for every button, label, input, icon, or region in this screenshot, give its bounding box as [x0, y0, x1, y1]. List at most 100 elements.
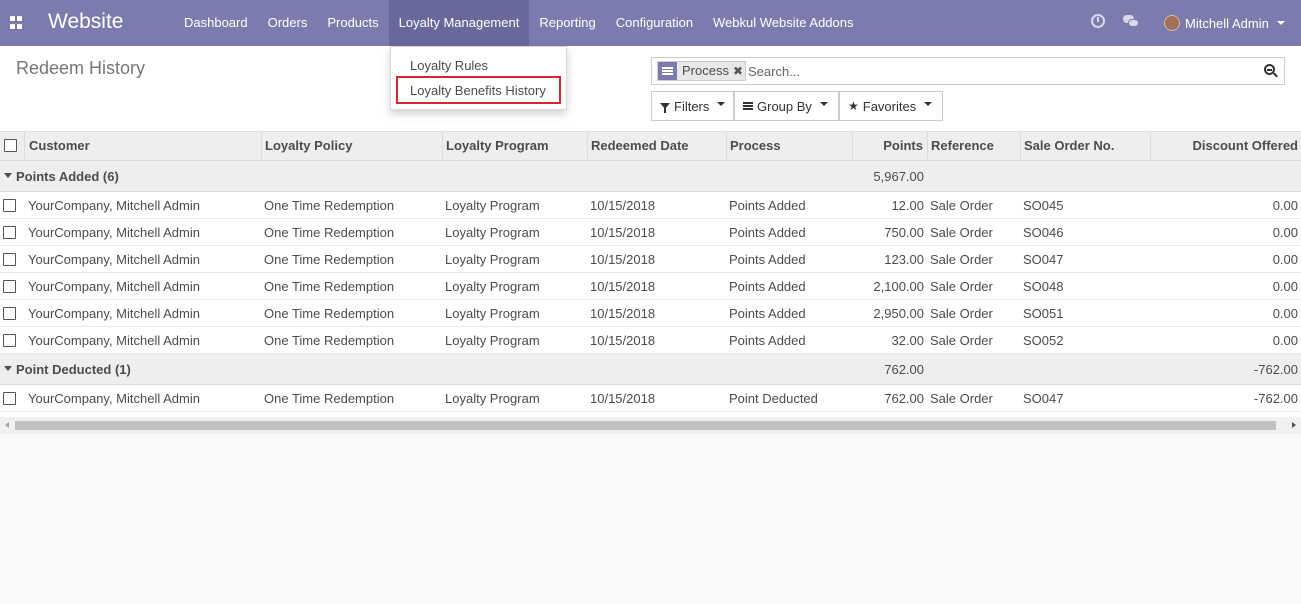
- search-icon[interactable]: [1264, 64, 1278, 78]
- caret-down-icon: [1276, 21, 1285, 25]
- table-row[interactable]: YourCompany, Mitchell Admin One Time Red…: [0, 385, 1301, 412]
- cell-points: 32.00: [891, 333, 924, 348]
- column-header-points[interactable]: Points: [853, 132, 928, 160]
- cell-customer: YourCompany, Mitchell Admin: [28, 198, 200, 213]
- cell-customer: YourCompany, Mitchell Admin: [28, 391, 200, 406]
- table-row[interactable]: YourCompany, Mitchell Admin One Time Red…: [0, 300, 1301, 327]
- column-header-reference[interactable]: Reference: [928, 132, 1021, 160]
- cell-discount: 0.00: [1272, 252, 1298, 267]
- menu-products[interactable]: Products: [317, 0, 388, 46]
- cell-customer: YourCompany, Mitchell Admin: [28, 279, 200, 294]
- cell-program: Loyalty Program: [445, 306, 540, 321]
- cell-process: Points Added: [729, 279, 806, 294]
- favorites-label: Favorites: [862, 98, 917, 114]
- menu-orders[interactable]: Orders: [258, 0, 318, 46]
- cell-process: Points Added: [729, 252, 806, 267]
- cell-discount: -762.00: [1253, 391, 1298, 406]
- cell-discount: 0.00: [1272, 333, 1298, 348]
- horizontal-scrollbar[interactable]: [0, 417, 1301, 434]
- cell-program: Loyalty Program: [445, 225, 540, 240]
- avatar: [1164, 15, 1180, 31]
- column-header-loyalty-program[interactable]: Loyalty Program: [443, 132, 588, 160]
- cell-date: 10/15/2018: [590, 252, 656, 267]
- cell-program: Loyalty Program: [445, 333, 540, 348]
- table-row[interactable]: YourCompany, Mitchell Admin One Time Red…: [0, 273, 1301, 300]
- cell-program: Loyalty Program: [445, 279, 540, 294]
- scroll-right-arrow-icon[interactable]: [1292, 422, 1296, 428]
- user-menu[interactable]: Mitchell Admin: [1164, 0, 1285, 46]
- group-points-total: 762.00: [884, 362, 924, 377]
- favorites-button[interactable]: ★ Favorites: [839, 91, 943, 121]
- cell-program: Loyalty Program: [445, 391, 540, 406]
- row-checkbox[interactable]: [3, 280, 16, 293]
- cell-date: 10/15/2018: [590, 198, 656, 213]
- cell-date: 10/15/2018: [590, 279, 656, 294]
- scroll-left-arrow-icon[interactable]: [5, 422, 9, 428]
- table-row[interactable]: YourCompany, Mitchell Admin One Time Red…: [0, 219, 1301, 246]
- column-header-discount-offered[interactable]: Discount Offered: [1151, 132, 1301, 160]
- star-icon: ★: [848, 99, 859, 113]
- chat-icon[interactable]: [1123, 15, 1139, 27]
- cell-sale-order: SO052: [1023, 333, 1064, 348]
- apps-menu-icon[interactable]: [10, 16, 23, 29]
- row-checkbox[interactable]: [3, 334, 16, 347]
- menu-configuration[interactable]: Configuration: [606, 0, 703, 46]
- cell-sale-order: SO046: [1023, 225, 1064, 240]
- cell-sale-order: SO051: [1023, 306, 1064, 321]
- cell-process: Points Added: [729, 333, 806, 348]
- groupby-label: Group By: [757, 98, 812, 114]
- cell-customer: YourCompany, Mitchell Admin: [28, 333, 200, 348]
- column-header-loyalty-policy[interactable]: Loyalty Policy: [262, 132, 443, 160]
- search-input[interactable]: [748, 61, 1248, 81]
- table-header: Customer Loyalty Policy Loyalty Program …: [0, 131, 1301, 161]
- menu-reporting[interactable]: Reporting: [529, 0, 605, 46]
- groupby-button[interactable]: Group By: [734, 91, 839, 121]
- filters-button[interactable]: Filters: [651, 91, 734, 121]
- menu-webkul-addons[interactable]: Webkul Website Addons: [703, 0, 863, 46]
- group-label: Point Deducted (1): [16, 362, 131, 377]
- column-header-process[interactable]: Process: [727, 132, 853, 160]
- dropdown-item-loyalty-rules[interactable]: Loyalty Rules: [410, 58, 488, 73]
- row-checkbox[interactable]: [3, 199, 16, 212]
- column-header-customer[interactable]: Customer: [25, 132, 262, 160]
- group-row-points-added[interactable]: Points Added (6) 5,967.00: [0, 161, 1301, 192]
- app-brand[interactable]: Website: [48, 10, 123, 34]
- cell-points: 123.00: [884, 252, 924, 267]
- cell-discount: 0.00: [1272, 279, 1298, 294]
- dropdown-item-loyalty-benefits-history[interactable]: Loyalty Benefits History: [410, 83, 546, 98]
- cell-policy: One Time Redemption: [264, 279, 395, 294]
- cell-process: Point Deducted: [729, 391, 818, 406]
- cell-date: 10/15/2018: [590, 391, 656, 406]
- caret-down-icon: [4, 366, 12, 371]
- group-row-point-deducted[interactable]: Point Deducted (1) 762.00 -762.00: [0, 354, 1301, 385]
- row-checkbox[interactable]: [3, 307, 16, 320]
- column-header-sale-order-no[interactable]: Sale Order No.: [1021, 132, 1151, 160]
- group-points-total: 5,967.00: [873, 169, 924, 184]
- cell-reference: Sale Order: [930, 252, 993, 267]
- cell-sale-order: SO047: [1023, 391, 1064, 406]
- cell-points: 2,100.00: [873, 279, 924, 294]
- table-row[interactable]: YourCompany, Mitchell Admin One Time Red…: [0, 246, 1301, 273]
- activity-clock-icon[interactable]: [1091, 14, 1105, 28]
- row-checkbox[interactable]: [3, 226, 16, 239]
- select-all-checkbox[interactable]: [4, 139, 17, 152]
- cell-policy: One Time Redemption: [264, 333, 395, 348]
- cell-policy: One Time Redemption: [264, 306, 395, 321]
- caret-down-icon: [924, 102, 933, 106]
- column-header-redeemed-date[interactable]: Redeemed Date: [588, 132, 727, 160]
- cell-policy: One Time Redemption: [264, 252, 395, 267]
- facet-remove-icon[interactable]: ✖: [733, 62, 745, 80]
- menu-dashboard[interactable]: Dashboard: [174, 0, 258, 46]
- table-row[interactable]: YourCompany, Mitchell Admin One Time Red…: [0, 192, 1301, 219]
- row-checkbox[interactable]: [3, 253, 16, 266]
- empty-content-area: [0, 434, 1301, 604]
- groupby-facet-icon: [658, 62, 677, 80]
- table-row[interactable]: YourCompany, Mitchell Admin One Time Red…: [0, 327, 1301, 354]
- list-view-table: Customer Loyalty Policy Loyalty Program …: [0, 131, 1301, 412]
- menu-loyalty-management[interactable]: Loyalty Management: [388, 0, 530, 46]
- scrollbar-thumb[interactable]: [15, 421, 1276, 430]
- row-checkbox[interactable]: [3, 392, 16, 405]
- cell-process: Points Added: [729, 306, 806, 321]
- caret-down-icon: [819, 102, 828, 106]
- filters-label: Filters: [674, 98, 710, 114]
